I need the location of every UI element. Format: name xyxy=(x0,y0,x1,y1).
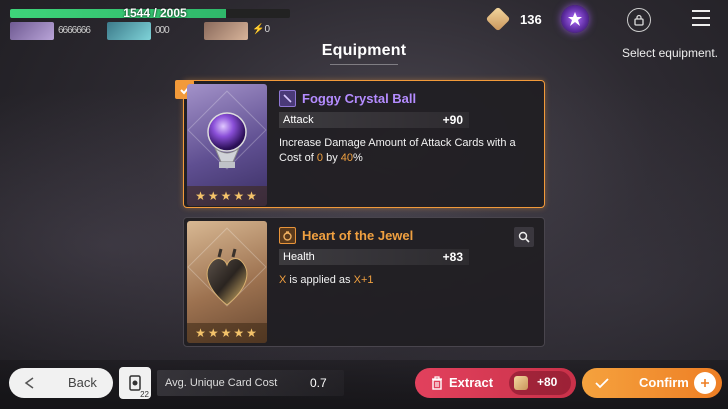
currency-count: 136 xyxy=(520,12,542,27)
stat-value: +83 xyxy=(442,250,463,264)
hp-text: 1544 / 2005 xyxy=(123,6,187,20)
party-member[interactable]: 000 xyxy=(107,22,202,40)
character-portrait xyxy=(107,22,151,40)
page-title: Equipment xyxy=(321,42,407,59)
relic-button[interactable] xyxy=(561,5,589,33)
check-icon xyxy=(595,378,609,389)
currency-icon xyxy=(514,376,528,390)
crystal-ball-icon xyxy=(207,112,247,168)
equipment-name-row: Heart of the Jewel xyxy=(279,227,413,244)
wand-icon xyxy=(279,90,296,107)
confirm-label: Confirm xyxy=(639,375,689,390)
page-subtitle: Select equipment. xyxy=(621,46,718,60)
title-ornament xyxy=(330,64,398,68)
confirm-orb-icon xyxy=(694,372,716,394)
extract-button[interactable]: Extract +80 xyxy=(415,368,576,398)
back-label: Back xyxy=(68,375,97,390)
equipment-name: Heart of the Jewel xyxy=(302,228,414,243)
bottom-bar: Back 22 Avg. Unique Card Cost 0.7 Extrac… xyxy=(0,360,728,409)
equipment-art: ★★★★★ xyxy=(187,221,267,343)
equipment-name-row: Foggy Crystal Ball xyxy=(279,90,416,107)
extract-reward-value: +80 xyxy=(537,375,558,389)
menu-icon-line xyxy=(692,17,710,19)
avg-value: 0.7 xyxy=(310,376,327,390)
currency-icon xyxy=(485,6,511,32)
inspect-button[interactable] xyxy=(514,227,534,247)
menu-icon-line xyxy=(692,24,710,26)
bolt-icon: ⚡ xyxy=(252,24,265,35)
equipment-card[interactable]: ★★★★★ Foggy Crystal Ball Attack +90 Incr… xyxy=(175,80,545,208)
character-portrait xyxy=(10,22,54,40)
lock-button[interactable] xyxy=(627,8,651,32)
confirm-button[interactable]: Confirm xyxy=(582,368,722,398)
equipment-card[interactable]: ★★★★★ Heart of the Jewel Health +83 X is… xyxy=(183,217,545,347)
member-pips: 000 xyxy=(155,25,170,36)
top-bar: 1544 / 2005 6666666 000 ⚡0 136 xyxy=(0,0,728,44)
member-ep: ⚡0 xyxy=(252,24,271,35)
stat-bar: Health +83 xyxy=(279,249,469,265)
rarity-stars: ★★★★★ xyxy=(187,186,267,206)
deck-button[interactable]: 22 xyxy=(119,367,151,399)
equipment-name: Foggy Crystal Ball xyxy=(302,91,417,106)
search-icon xyxy=(518,231,530,243)
equipment-description: X is applied as X+1 xyxy=(279,274,374,286)
extract-reward: +80 xyxy=(509,371,571,395)
trash-icon xyxy=(432,376,442,390)
stat-value: +90 xyxy=(442,113,463,127)
party-member[interactable]: 6666666 xyxy=(10,22,105,40)
deck-count: 22 xyxy=(140,390,149,399)
ring-icon xyxy=(279,227,296,244)
menu-icon-line xyxy=(692,10,710,12)
equipment-art: ★★★★★ xyxy=(187,84,267,206)
lock-icon xyxy=(634,14,644,26)
party-members: 6666666 000 ⚡0 xyxy=(10,22,299,40)
stat-label: Health xyxy=(283,251,315,263)
party-member[interactable]: ⚡0 xyxy=(204,22,299,40)
relic-icon xyxy=(568,12,582,26)
equipment-description: Increase Damage Amount of Attack Cards w… xyxy=(279,137,516,164)
back-button[interactable]: Back xyxy=(9,368,113,398)
extract-label: Extract xyxy=(449,375,494,390)
avg-card-cost: Avg. Unique Card Cost 0.7 xyxy=(157,370,344,396)
member-pips: 6666666 xyxy=(58,25,91,36)
stat-label: Attack xyxy=(283,114,314,126)
jewel-heart-icon xyxy=(206,248,248,306)
back-arrow-icon xyxy=(24,377,34,389)
avg-label: Avg. Unique Card Cost xyxy=(165,377,278,389)
stat-bar: Attack +90 xyxy=(279,112,469,128)
menu-button[interactable] xyxy=(692,10,710,26)
character-portrait xyxy=(204,22,248,40)
rarity-stars: ★★★★★ xyxy=(187,323,267,343)
